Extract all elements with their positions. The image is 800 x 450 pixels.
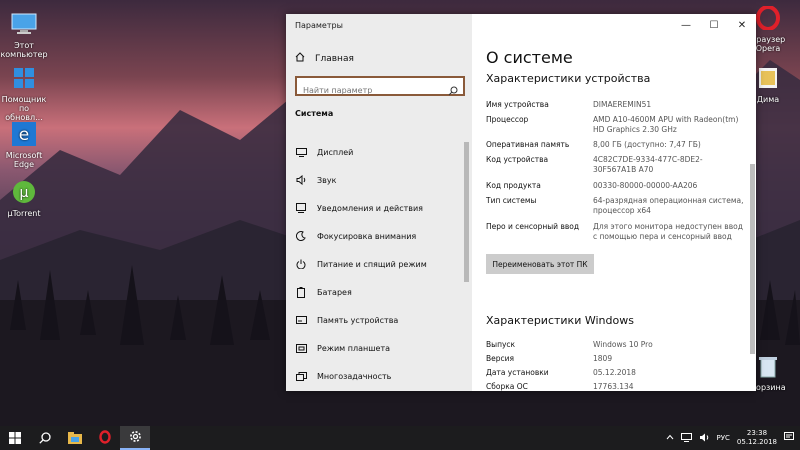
content-scrollbar[interactable] (750, 74, 755, 384)
chevron-up-icon[interactable] (666, 434, 674, 442)
spec-row-install-date: Дата установки 05.12.2018 (486, 368, 636, 377)
maximize-button[interactable]: ☐ (700, 14, 728, 36)
device-specs-heading: Характеристики устройства (486, 72, 651, 85)
battery-icon (295, 286, 307, 298)
action-center-icon[interactable] (784, 432, 794, 444)
clock[interactable]: 23:38 05.12.2018 (737, 429, 777, 447)
window-title: Параметры (295, 21, 343, 30)
spec-row-pen-touch: Перо и сенсорный ввод Для этого монитора… (486, 222, 743, 241)
nav-item-storage[interactable]: Память устройства (295, 306, 463, 334)
settings-window: Параметры Главная Система Дисплей (286, 14, 756, 391)
focus-icon (295, 231, 307, 241)
display-icon (295, 147, 307, 157)
utorrent-icon: µ (10, 178, 38, 206)
minimize-button[interactable]: — (672, 14, 700, 36)
taskbar-search-button[interactable] (30, 426, 60, 450)
nav-item-multitasking[interactable]: Многозадачность (295, 362, 463, 390)
nav-home[interactable]: Главная (295, 52, 354, 65)
edge-icon: e (10, 120, 38, 148)
nav-scrollbar-thumb[interactable] (464, 142, 469, 282)
windows-specs-heading: Характеристики Windows (486, 314, 634, 327)
system-tray: РУС 23:38 05.12.2018 (666, 426, 800, 450)
settings-nav-pane: Параметры Главная Система Дисплей (286, 14, 472, 391)
search-icon[interactable] (448, 81, 458, 100)
nav-item-battery[interactable]: Батарея (295, 278, 463, 306)
desktop-icon-utorrent[interactable]: µ µTorrent (0, 178, 48, 218)
spec-row-device-id: Код устройства 4C82C7DE-9334-477C-8DE2-3… (486, 155, 703, 174)
spec-row-edition: Выпуск Windows 10 Pro (486, 340, 653, 349)
windows-logo-icon (9, 429, 21, 448)
power-icon (295, 259, 307, 269)
nav-item-tablet-mode[interactable]: Режим планшета (295, 334, 463, 362)
nav-item-focus-assist[interactable]: Фокусировка внимания (295, 222, 463, 250)
network-icon[interactable] (680, 432, 692, 444)
spec-row-ram: Оперативная память 8,00 ГБ (доступно: 7,… (486, 140, 701, 149)
storage-icon (295, 316, 307, 324)
notifications-icon (295, 203, 307, 213)
nav-item-display[interactable]: Дисплей (295, 138, 463, 166)
svg-text:µ: µ (20, 185, 29, 201)
nav-section-label: Система (295, 109, 334, 118)
sound-icon (295, 175, 307, 185)
folder-icon (754, 64, 782, 92)
desktop-icon-update-assistant[interactable]: Помощник по обновл... (0, 64, 48, 122)
taskbar-opera[interactable] (90, 426, 120, 450)
nav-list: Дисплей Звук Уведомления и действия Фоку… (295, 138, 463, 390)
recycle-bin-icon (754, 352, 782, 380)
spec-row-system-type: Тип системы 64-разрядная операционная си… (486, 196, 744, 215)
start-button[interactable] (0, 426, 30, 450)
spec-row-processor: Процессор AMD A10-4600M APU with Radeon(… (486, 115, 739, 134)
spec-row-product-id: Код продукта 00330-80000-00000-AA206 (486, 181, 698, 190)
computer-icon (10, 10, 38, 38)
tablet-icon (295, 343, 307, 353)
home-icon (295, 52, 305, 65)
rename-pc-button[interactable]: Переименовать этот ПК (486, 254, 594, 274)
desktop: Этот компьютер Помощник по обновл... e M… (0, 0, 800, 426)
page-title: О системе (486, 48, 573, 67)
volume-icon[interactable] (699, 433, 710, 444)
desktop-icon-this-pc[interactable]: Этот компьютер (0, 10, 48, 59)
nav-item-sound[interactable]: Звук (295, 166, 463, 194)
opera-icon (754, 4, 782, 32)
settings-content-pane: — ☐ ✕ О системе Характеристики устройств… (472, 14, 756, 391)
search-input[interactable] (297, 82, 443, 99)
windows-update-icon (10, 64, 38, 92)
search-icon (39, 429, 51, 448)
spec-row-device-name: Имя устройства DIMAEREMIN51 (486, 100, 652, 109)
spec-row-os-build: Сборка ОС 17763.134 (486, 382, 634, 391)
content-scrollbar-thumb[interactable] (750, 164, 755, 354)
taskbar: РУС 23:38 05.12.2018 (0, 426, 800, 450)
spec-row-version: Версия 1809 (486, 354, 613, 363)
opera-icon (99, 429, 111, 448)
multitasking-icon (295, 371, 307, 381)
gear-icon (129, 428, 142, 447)
nav-item-notifications[interactable]: Уведомления и действия (295, 194, 463, 222)
language-indicator[interactable]: РУС (717, 434, 730, 442)
search-box[interactable] (295, 76, 465, 99)
nav-item-power[interactable]: Питание и спящий режим (295, 250, 463, 278)
taskbar-file-explorer[interactable] (60, 426, 90, 450)
close-button[interactable]: ✕ (728, 14, 756, 36)
taskbar-settings[interactable] (120, 426, 150, 450)
folder-icon (68, 429, 82, 448)
window-controls: — ☐ ✕ (672, 14, 756, 36)
svg-text:e: e (19, 125, 29, 145)
desktop-icon-edge[interactable]: e Microsoft Edge (0, 120, 48, 169)
nav-scrollbar[interactable] (464, 142, 469, 382)
